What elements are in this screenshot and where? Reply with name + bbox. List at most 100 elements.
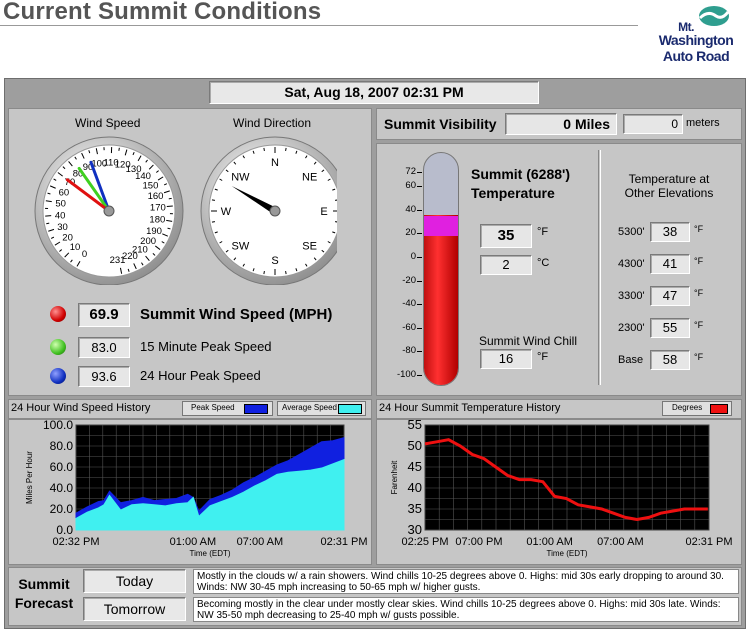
mt-washington-auto-road-logo[interactable]: Mt. Washington Auto Road	[644, 2, 748, 68]
y-tick-label: 30	[408, 522, 422, 537]
elevation-temp-unit: °F	[694, 256, 704, 266]
elevation-temp-unit: °F	[694, 320, 704, 330]
wind-speed-hub	[103, 205, 115, 217]
speed-scale-label: 50	[55, 199, 66, 210]
elevation-row: 3300' 47 °F	[612, 286, 742, 308]
compass-label-s: S	[271, 255, 278, 267]
thermometer-scale-label: 0	[410, 250, 416, 262]
forecast-tomorrow-tab[interactable]: Tomorrow	[83, 597, 186, 621]
y-tick-label: 50	[408, 438, 422, 453]
direction-tick	[263, 147, 265, 152]
elevation-label: 5300'	[618, 226, 645, 238]
speed-scale-label: 170	[150, 203, 166, 214]
datetime-display: Sat, Aug 18, 2007 02:31 PM	[209, 81, 539, 104]
compass-label-sw: SW	[231, 241, 249, 253]
elevation-row: 2300' 55 °F	[612, 318, 742, 340]
x-tick-label: 07:00 AM	[237, 536, 283, 548]
elevation-row: 4300' 41 °F	[612, 254, 742, 276]
elevation-label: 4300'	[618, 258, 645, 270]
thermometer-scale-label: -20	[402, 274, 416, 286]
compass-label-e: E	[320, 206, 327, 218]
y-axis-label: Farenheit	[390, 460, 399, 495]
thermometer-tick	[417, 327, 422, 329]
current-wind-label: Summit Wind Speed (MPH)	[140, 306, 333, 323]
thermometer-tick	[417, 256, 422, 258]
compass-label-n: N	[271, 157, 279, 169]
logo-line-3: Auto Road	[662, 48, 730, 64]
legend-degrees: Degrees	[662, 401, 732, 416]
thermometer-scale-label: 40	[405, 203, 416, 215]
visibility-label: Summit Visibility	[384, 116, 497, 132]
elevation-label: 2300'	[618, 322, 645, 334]
logo-line-2: Washington	[658, 32, 734, 48]
direction-tick	[263, 270, 265, 275]
x-tick-label: 01:00 AM	[526, 536, 572, 548]
y-axis-label: Miles Per Hour	[25, 451, 34, 504]
summit-temp-f-value: 35	[480, 224, 532, 248]
thermometer-tick	[417, 280, 422, 282]
x-tick-label: 07:00 AM	[597, 536, 643, 548]
legend-peak-swatch	[244, 404, 268, 414]
y-tick-label: 0.0	[56, 523, 73, 537]
peak15-wind-value: 83.0	[78, 337, 130, 358]
forecast-today-tab[interactable]: Today	[83, 569, 186, 593]
elevation-label: 3300'	[618, 290, 645, 302]
y-tick-label: 20.0	[50, 502, 74, 516]
x-tick-label: 01:00 AM	[170, 536, 216, 548]
y-tick-label: 55	[408, 419, 422, 432]
legend-peak-label: Peak Speed	[191, 403, 235, 412]
legend-average-label: Average Speed	[282, 403, 338, 412]
temp-chart-title: 24 Hour Summit Temperature History	[379, 402, 561, 414]
compass-label-se: SE	[302, 241, 317, 253]
y-tick-label: 80.0	[50, 439, 74, 453]
x-tick-label: 02:25 PM	[401, 536, 448, 548]
thermometer-scale-label: -60	[402, 321, 416, 333]
legend-average-swatch	[338, 404, 362, 414]
y-tick-label: 40.0	[50, 481, 74, 495]
elevation-label: Base	[618, 354, 644, 366]
wind-chart-title: 24 Hour Wind Speed History	[11, 402, 151, 414]
direction-tick	[285, 147, 287, 152]
visibility-meters-unit: meters	[686, 117, 720, 129]
legend-degrees-label: Degrees	[672, 403, 703, 412]
thermometer-tick	[417, 186, 422, 188]
current-wind-indicator	[50, 306, 66, 322]
wind-speed-gauge-title: Wind Speed	[75, 116, 141, 130]
x-tick-label: 02:31 PM	[320, 536, 367, 548]
thermometer-tube	[423, 152, 459, 386]
forecast-label-1: Summit	[18, 576, 70, 592]
speed-scale-label: 40	[55, 210, 66, 221]
peak15-wind-label: 15 Minute Peak Speed	[140, 339, 272, 354]
speed-scale-label: 180	[149, 214, 165, 225]
wind-chill-unit: °F	[537, 351, 549, 363]
wind-chill-value: 16	[480, 349, 532, 369]
thermometer-tick	[417, 172, 422, 173]
speed-scale-label: 231	[110, 255, 126, 266]
summit-temp-f-unit: °F	[537, 226, 549, 238]
summit-temp-c-value: 2	[480, 255, 532, 275]
compass-label-ne: NE	[302, 171, 317, 183]
elevation-temp-value: 58	[650, 350, 690, 370]
thermometer-tick	[417, 209, 422, 211]
y-tick-label: 45	[408, 459, 422, 474]
elevations-title-2: Other Elevations	[624, 186, 714, 200]
elevation-temp-value: 41	[650, 254, 690, 274]
compass-label-w: W	[221, 206, 232, 218]
page-title: Current Summit Conditions	[3, 0, 322, 25]
thermometer-scale-label: 72	[405, 166, 416, 177]
wind-direction-hub	[269, 205, 281, 217]
peak24-wind-indicator	[50, 368, 66, 384]
speed-tick	[46, 222, 50, 225]
peak24-wind-label: 24 Hour Peak Speed	[140, 368, 261, 383]
wind-direction-gauge-title: Wind Direction	[233, 116, 312, 130]
forecast-today-text: Mostly in the clouds w/ a rain showers. …	[193, 569, 739, 594]
speed-scale-label: 20	[62, 233, 73, 244]
direction-tick	[211, 221, 216, 223]
thermometer-scale: 72 60 40 20 0 -20 -40 -60 -80 -100	[390, 160, 422, 380]
speed-scale-label: 60	[59, 187, 70, 198]
thermometer-tick	[417, 304, 422, 306]
thermometer-level-marker	[424, 215, 458, 236]
elevation-temp-unit: °F	[694, 224, 704, 234]
thermometer-tick	[417, 233, 422, 235]
summit-temp-title-1: Summit (6288')	[471, 166, 571, 182]
